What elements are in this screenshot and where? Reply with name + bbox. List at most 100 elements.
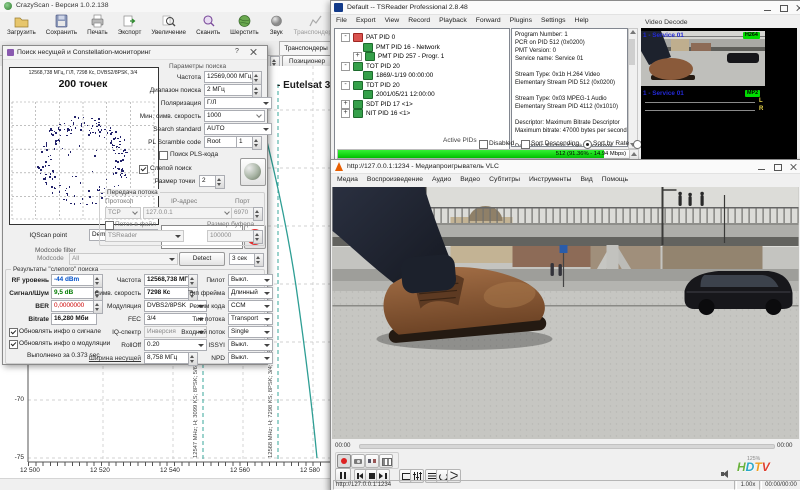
blind-search-checkbox[interactable] bbox=[139, 165, 148, 174]
save-button[interactable]: Сохранить bbox=[41, 13, 82, 41]
range-field[interactable]: 2 МГц bbox=[204, 84, 256, 96]
scan-button[interactable]: Сканить bbox=[191, 13, 225, 41]
input-select[interactable]: Single bbox=[228, 326, 273, 338]
status-rate-cell[interactable]: 1.00x bbox=[734, 480, 762, 490]
minsr-combo[interactable]: 1000 bbox=[204, 110, 265, 122]
frame-select[interactable]: Длинный bbox=[228, 287, 273, 299]
menu-file[interactable]: File bbox=[336, 17, 347, 24]
issyi-select[interactable]: Выкл. bbox=[228, 339, 273, 351]
tree-item-pmt257[interactable]: + PMT PID 257 - Progr. 1 bbox=[353, 52, 444, 61]
freq-stepper[interactable] bbox=[252, 71, 262, 85]
stream-target-select[interactable]: TSReader bbox=[105, 230, 184, 242]
menu-forward[interactable]: Forward bbox=[476, 17, 501, 24]
polar-select[interactable]: Г/Л bbox=[204, 97, 272, 109]
disabled-checkbox[interactable] bbox=[479, 140, 488, 149]
menu-tools[interactable]: Инструменты bbox=[529, 176, 571, 183]
detect-interval-stepper[interactable] bbox=[254, 253, 264, 267]
menu-plugins[interactable]: Plugins bbox=[510, 17, 532, 24]
pl-num-stepper[interactable] bbox=[252, 136, 262, 150]
tree-item-sdt[interactable]: + SDT PID 17 <1> bbox=[341, 100, 413, 109]
menu-export[interactable]: Export bbox=[356, 17, 376, 24]
load-button[interactable]: Загрузить bbox=[2, 13, 41, 41]
close-icon[interactable] bbox=[787, 162, 800, 172]
frame-button[interactable] bbox=[379, 454, 393, 468]
tree-item-tdt[interactable]: - TDT PID 20 bbox=[341, 81, 400, 90]
pilot-select[interactable]: Выкл. bbox=[228, 274, 273, 286]
detect-button[interactable]: Detect bbox=[179, 252, 225, 266]
tree-item-tot-date[interactable]: 1869/-1/19 00:00:00 bbox=[363, 71, 433, 80]
snr-field: 9,5 dB bbox=[51, 287, 97, 299]
export-button[interactable]: Экспорт bbox=[113, 13, 147, 41]
streamtype-select[interactable]: Transport bbox=[228, 313, 273, 325]
tree-item-nit[interactable]: + NIT PID 16 <1> bbox=[341, 109, 410, 118]
menu-audio[interactable]: Аудио bbox=[432, 176, 451, 183]
proto-combo[interactable]: TCP bbox=[105, 207, 141, 219]
codemode-select[interactable]: CCM bbox=[228, 300, 273, 312]
menu-record[interactable]: Record bbox=[408, 17, 430, 24]
freq-field[interactable]: 12569,000 МГц bbox=[204, 71, 256, 83]
modcode-select[interactable]: All bbox=[69, 253, 178, 265]
sort-descending-checkbox[interactable] bbox=[521, 140, 530, 149]
snapshot-button[interactable] bbox=[351, 454, 365, 468]
menu-playback[interactable]: Playback bbox=[439, 17, 467, 24]
expand-toggle[interactable]: - bbox=[341, 62, 350, 71]
tree-item-tdt-date[interactable]: 2001/05/21 12:00:00 bbox=[363, 90, 435, 99]
scroll-up-icon[interactable] bbox=[630, 30, 636, 34]
sort-by-rate-radio[interactable] bbox=[583, 140, 592, 149]
record-button[interactable] bbox=[337, 454, 351, 468]
minimize-icon[interactable] bbox=[755, 162, 768, 172]
menu-view[interactable]: View bbox=[385, 17, 400, 24]
close-icon[interactable] bbox=[247, 47, 260, 57]
file-stream-checkbox[interactable] bbox=[105, 221, 114, 230]
port-stepper[interactable] bbox=[253, 207, 263, 221]
loop-ab-icon bbox=[368, 459, 371, 463]
expand-toggle[interactable]: + bbox=[341, 109, 350, 118]
standard-select[interactable]: AUTO bbox=[204, 123, 272, 135]
npd-select[interactable]: Выкл. bbox=[228, 352, 273, 364]
ip-combo[interactable]: 127.0.0.1 bbox=[143, 207, 233, 219]
maximize-icon[interactable] bbox=[777, 3, 790, 13]
menu-playback[interactable]: Воспроизведение bbox=[367, 176, 423, 183]
seek-slider[interactable] bbox=[359, 444, 775, 449]
pl-label: PL Scramble code bbox=[123, 139, 201, 146]
update-signal-checkbox[interactable] bbox=[9, 328, 18, 337]
menu-settings[interactable]: Settings bbox=[541, 17, 566, 24]
close-icon[interactable] bbox=[793, 3, 800, 13]
menu-help[interactable]: Помощь bbox=[602, 176, 628, 183]
tree-item-pat[interactable]: - PAT PID 0 bbox=[341, 33, 395, 42]
expand-toggle[interactable]: - bbox=[341, 81, 350, 90]
menu-media[interactable]: Медиа bbox=[337, 176, 358, 183]
menu-video[interactable]: Видео bbox=[460, 176, 480, 183]
menu-subtitles[interactable]: Субтитры bbox=[489, 176, 520, 183]
range-stepper[interactable] bbox=[252, 84, 262, 98]
tree-item-tot[interactable]: - TOT PID 20 bbox=[341, 62, 400, 71]
zoom-button[interactable]: Увеличение bbox=[146, 13, 191, 41]
scroll-up-icon[interactable] bbox=[631, 152, 637, 156]
expand-toggle[interactable]: + bbox=[353, 52, 362, 61]
active-pids-label: Active PIDs bbox=[443, 137, 477, 144]
maximize-icon[interactable] bbox=[771, 162, 784, 172]
tab-transponders[interactable]: Транспондеры bbox=[279, 41, 333, 55]
comb-button[interactable]: Шерстить bbox=[225, 13, 264, 41]
menu-view[interactable]: Вид bbox=[580, 176, 592, 183]
menu-help[interactable]: Help bbox=[575, 17, 589, 24]
loop-ab-button[interactable] bbox=[365, 454, 379, 468]
buffer-stepper[interactable] bbox=[253, 230, 263, 244]
globe-button[interactable] bbox=[240, 158, 266, 186]
print-button[interactable]: Печать bbox=[82, 13, 113, 41]
scroll-thumb[interactable] bbox=[629, 39, 635, 65]
help-button[interactable]: ? bbox=[231, 48, 243, 57]
buffer-field[interactable]: 100000 bbox=[207, 230, 257, 242]
sound-button[interactable]: Звук bbox=[264, 13, 289, 41]
pls-checkbox[interactable] bbox=[159, 151, 168, 160]
pointsize-stepper[interactable] bbox=[215, 175, 225, 189]
expand-toggle[interactable]: + bbox=[341, 100, 350, 109]
minsr-value: 1000 bbox=[207, 112, 221, 119]
tree-item-pmt16[interactable]: PMT PID 16 - Network bbox=[363, 43, 440, 52]
update-modulation-checkbox[interactable] bbox=[9, 340, 18, 349]
res-bw-label[interactable]: Ширина несущей bbox=[83, 355, 141, 362]
details-scrollbar[interactable] bbox=[628, 28, 638, 149]
expand-toggle[interactable]: - bbox=[341, 33, 350, 42]
minimize-icon[interactable] bbox=[761, 3, 774, 13]
issyi-value: Выкл. bbox=[231, 341, 248, 348]
